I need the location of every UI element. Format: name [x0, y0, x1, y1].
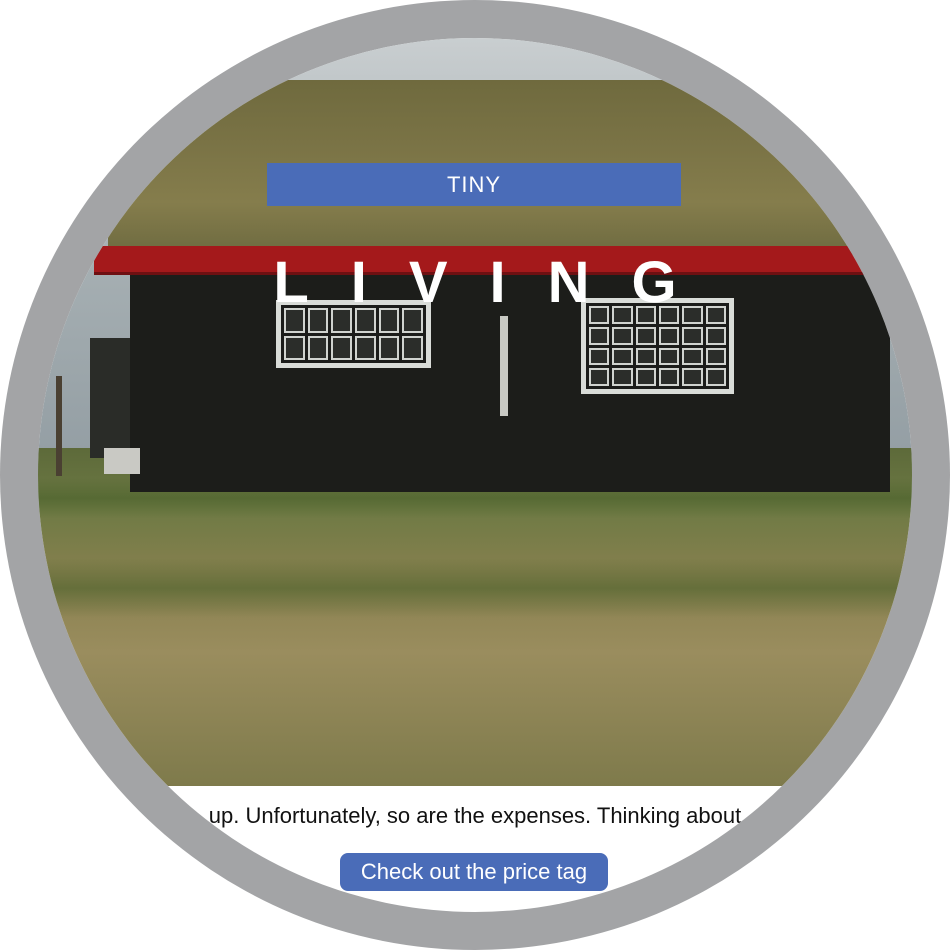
fence-post	[56, 376, 62, 476]
tiny-badge: TINY	[267, 163, 681, 206]
hero-image: TINY LIVING	[38, 38, 912, 786]
foundation-block	[104, 448, 140, 474]
door-handle	[500, 316, 508, 416]
circular-viewport: TINY LIVING up. Unfortunately, so are th…	[38, 38, 912, 912]
grass-streak	[38, 558, 912, 618]
body-caption: up. Unfortunately, so are the expenses. …	[208, 803, 742, 828]
price-tag-button[interactable]: Check out the price tag	[340, 853, 608, 891]
headline-living: LIVING	[273, 250, 719, 315]
